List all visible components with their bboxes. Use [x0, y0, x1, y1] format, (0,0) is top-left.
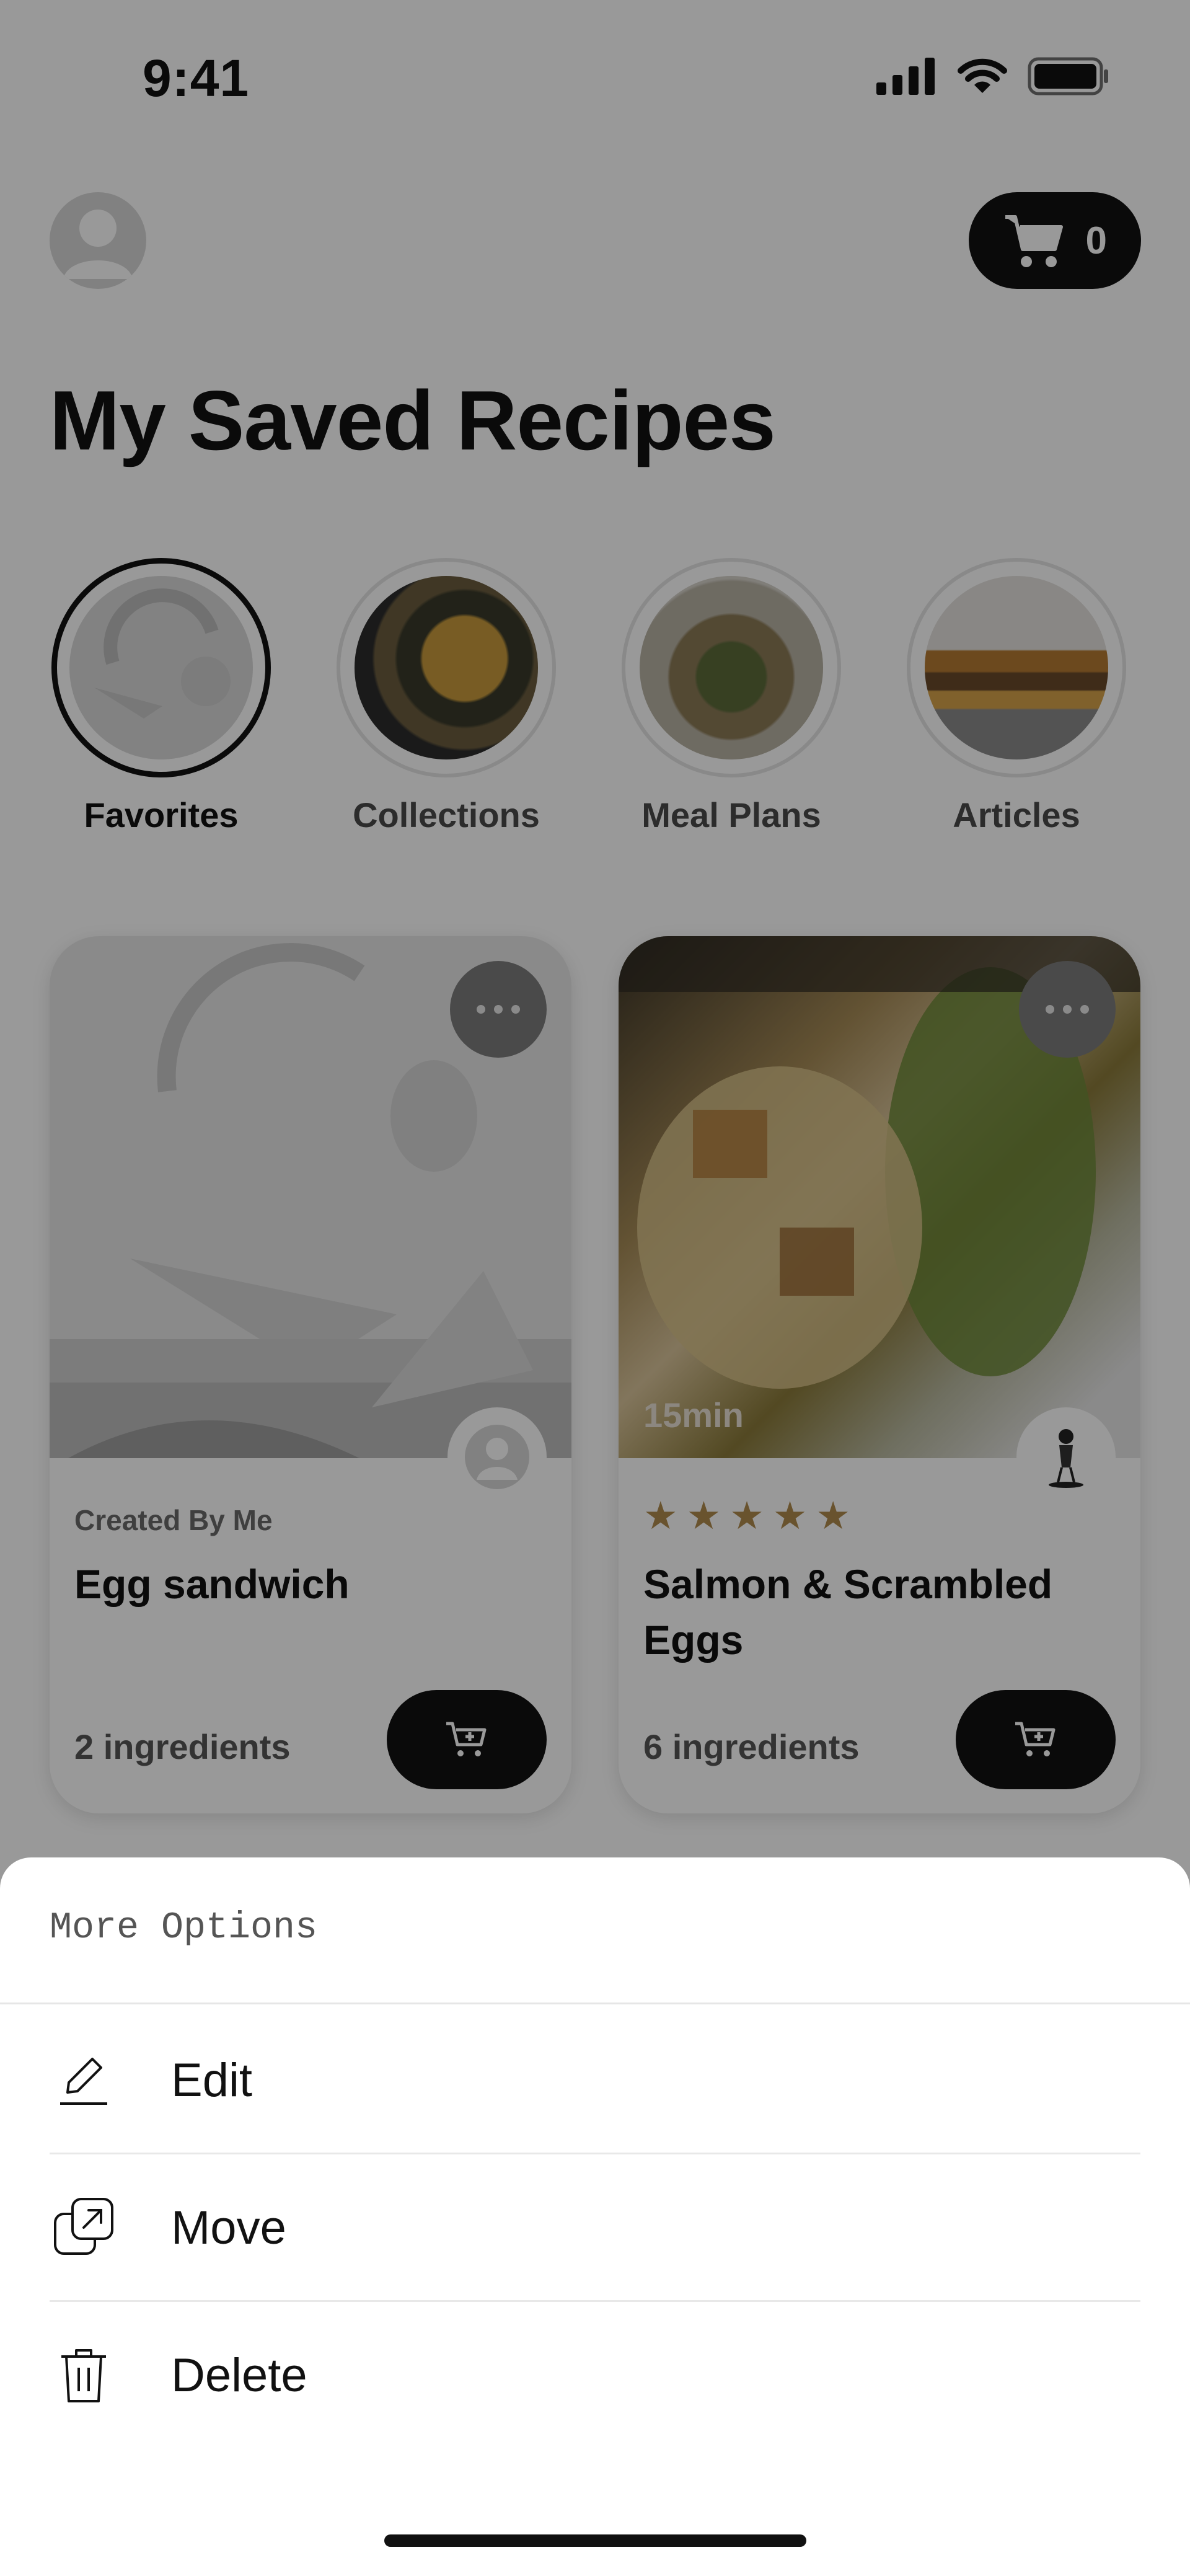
sheet-title: More Options: [50, 1907, 318, 1949]
home-indicator[interactable]: [384, 2534, 806, 2547]
move-icon: [50, 2193, 118, 2262]
pencil-icon: [50, 2046, 118, 2114]
option-label: Edit: [171, 2053, 252, 2107]
divider: [0, 2003, 1190, 2004]
option-move[interactable]: Move: [50, 2154, 1140, 2301]
trash-icon: [50, 2341, 118, 2409]
option-label: Move: [171, 2201, 286, 2254]
option-edit[interactable]: Edit: [50, 2006, 1140, 2154]
more-options-sheet: More Options Edit Move Delete: [0, 1857, 1190, 2576]
option-delete[interactable]: Delete: [50, 2301, 1140, 2449]
app-screen: 9:41 0 My Saved Recipes Favorites Collec…: [0, 0, 1190, 2576]
option-label: Delete: [171, 2348, 307, 2402]
